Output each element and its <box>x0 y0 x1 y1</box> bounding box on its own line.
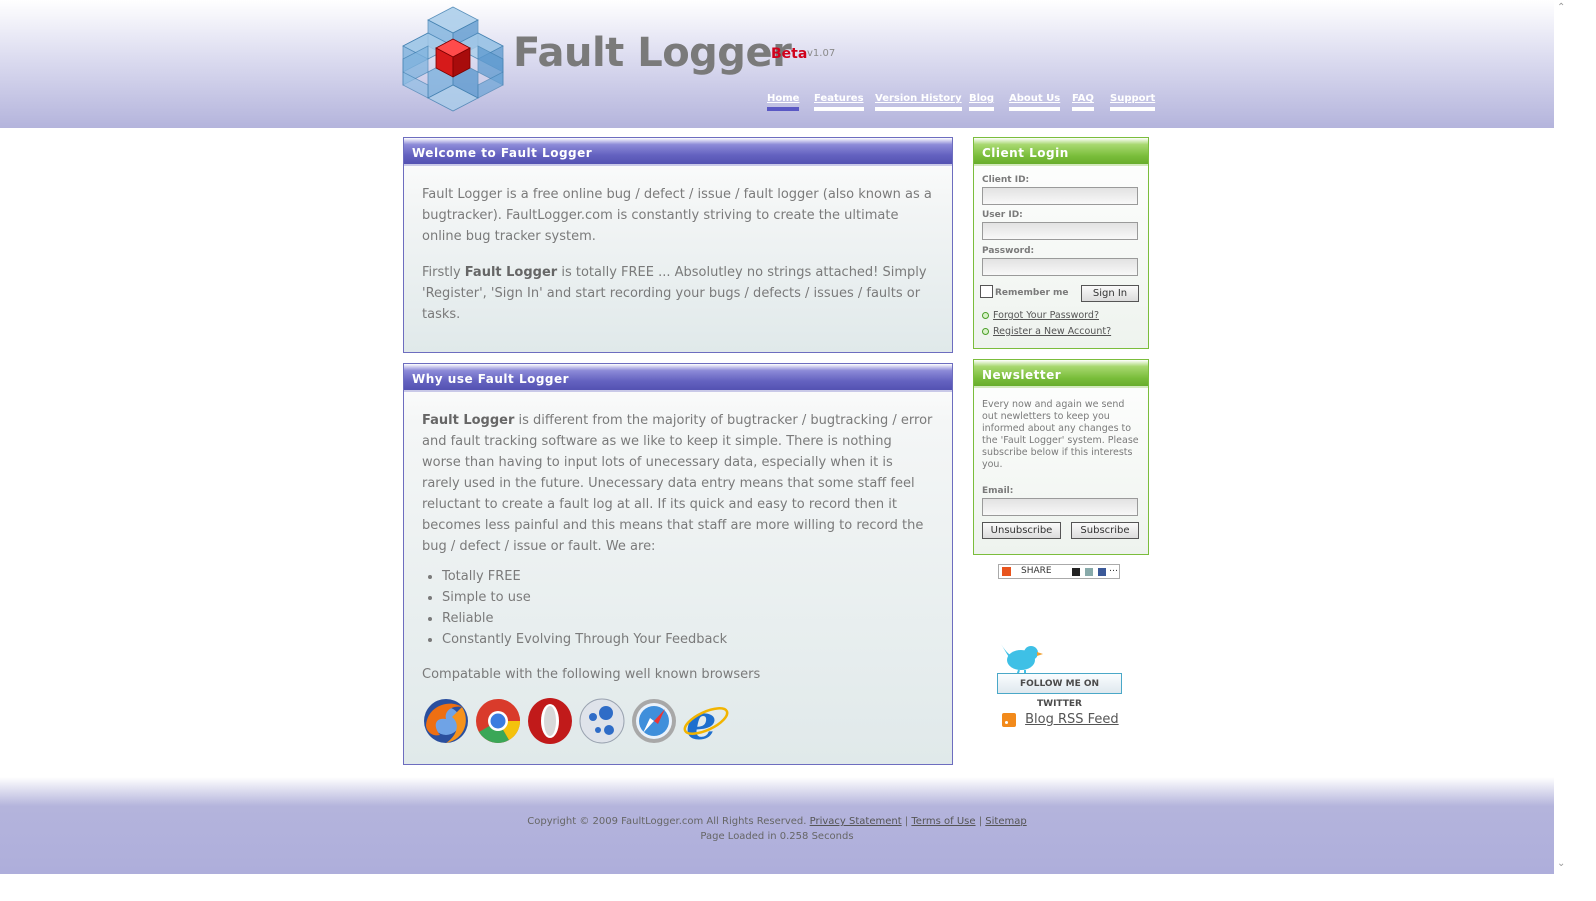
email-input[interactable] <box>982 498 1138 516</box>
privacy-statement-link[interactable]: Privacy Statement <box>810 816 902 827</box>
share-plus-icon <box>1002 567 1011 576</box>
browsers-caption: Compatable with the following well known… <box>422 667 761 682</box>
unsubscribe-button[interactable]: Unsubscribe <box>982 522 1061 539</box>
why-description: Fault Logger is different from the major… <box>422 413 933 554</box>
twitter-bird-icon <box>1001 644 1043 676</box>
flock-icon <box>579 698 625 744</box>
welcome-intro: Fault Logger is a free online bug / defe… <box>422 187 932 244</box>
twitter-follow-button[interactable]: FOLLOW ME ON TWITTER <box>997 640 1124 709</box>
browser-icons: e <box>422 697 934 745</box>
list-item: Constantly Evolving Through Your Feedbac… <box>442 629 934 650</box>
internet-explorer-icon: e <box>683 697 729 745</box>
feature-list: Totally FREE Simple to use Reliable Cons… <box>422 566 934 650</box>
newsletter-title: Newsletter <box>974 360 1148 388</box>
share-button[interactable]: SHARE … <box>998 564 1120 579</box>
list-item: Simple to use <box>442 587 934 608</box>
logo-cube-icon <box>402 6 504 112</box>
client-login-panel: Client Login Client ID: User ID: Passwor… <box>973 137 1149 349</box>
welcome-free-text: Firstly Fault Logger is totally FREE ...… <box>422 265 927 322</box>
firefox-icon <box>424 699 468 743</box>
password-label: Password: <box>982 246 1035 256</box>
nav-faq[interactable]: FAQ <box>1072 93 1094 111</box>
register-account-link[interactable]: Register a New Account? <box>982 326 1111 337</box>
opera-icon <box>528 698 572 744</box>
safari-icon <box>632 699 676 743</box>
newsletter-description: Every now and again we send out newlette… <box>982 399 1139 470</box>
rss-icon <box>1002 712 1016 727</box>
forgot-password-link[interactable]: Forgot Your Password? <box>982 310 1099 321</box>
welcome-title: Welcome to Fault Logger <box>404 138 952 166</box>
more-icon: … <box>1109 564 1118 574</box>
list-item: Totally FREE <box>442 566 934 587</box>
scroll-up-icon[interactable]: ⌃ <box>1557 2 1565 13</box>
email-label: Email: <box>982 486 1014 496</box>
twitter-follow-label: FOLLOW ME ON TWITTER <box>997 673 1122 709</box>
sitemap-link[interactable]: Sitemap <box>985 816 1026 827</box>
terms-of-use-link[interactable]: Terms of Use <box>911 816 975 827</box>
blog-rss-link[interactable]: Blog RSS Feed <box>1002 709 1119 728</box>
copyright-text: Copyright © 2009 FaultLogger.com All Rig… <box>527 816 807 827</box>
remember-me-label: Remember me <box>995 288 1069 298</box>
client-login-title: Client Login <box>974 138 1148 166</box>
list-item: Reliable <box>442 608 934 629</box>
bullet-icon <box>982 328 989 335</box>
user-id-input[interactable] <box>982 222 1138 240</box>
why-title: Why use Fault Logger <box>404 364 952 392</box>
why-panel: Why use Fault Logger Fault Logger is dif… <box>403 363 953 765</box>
vertical-scrollbar[interactable] <box>1554 0 1568 874</box>
nav-home[interactable]: Home <box>767 93 800 111</box>
beta-badge: Beta <box>771 46 808 62</box>
user-id-label: User ID: <box>982 210 1023 220</box>
brand-name: Fault Logger <box>513 30 792 76</box>
nav-support[interactable]: Support <box>1110 93 1156 111</box>
password-input[interactable] <box>982 258 1138 276</box>
page-load-time: Page Loaded in 0.258 Seconds <box>700 831 854 842</box>
nav-about-us[interactable]: About Us <box>1009 93 1061 111</box>
version-label: v1.07 <box>807 48 836 59</box>
footer-links: Copyright © 2009 FaultLogger.com All Rig… <box>527 816 1027 827</box>
remember-me-checkbox[interactable] <box>980 285 993 298</box>
nav-features[interactable]: Features <box>814 93 864 111</box>
facebook-icon <box>1098 568 1106 576</box>
chrome-icon <box>476 699 520 743</box>
delicious-icon <box>1072 568 1080 576</box>
bullet-icon <box>982 312 989 319</box>
nav-blog[interactable]: Blog <box>969 93 995 111</box>
sign-in-button[interactable]: Sign In <box>1081 285 1139 302</box>
client-id-input[interactable] <box>982 187 1138 205</box>
welcome-panel: Welcome to Fault Logger Fault Logger is … <box>403 137 953 353</box>
client-id-label: Client ID: <box>982 175 1030 185</box>
subscribe-button[interactable]: Subscribe <box>1071 522 1139 539</box>
newsletter-panel: Newsletter Every now and again we send o… <box>973 359 1149 555</box>
scroll-down-icon[interactable]: ⌄ <box>1557 858 1565 869</box>
nav-version-history[interactable]: Version History <box>875 93 962 111</box>
digg-icon <box>1085 568 1093 576</box>
